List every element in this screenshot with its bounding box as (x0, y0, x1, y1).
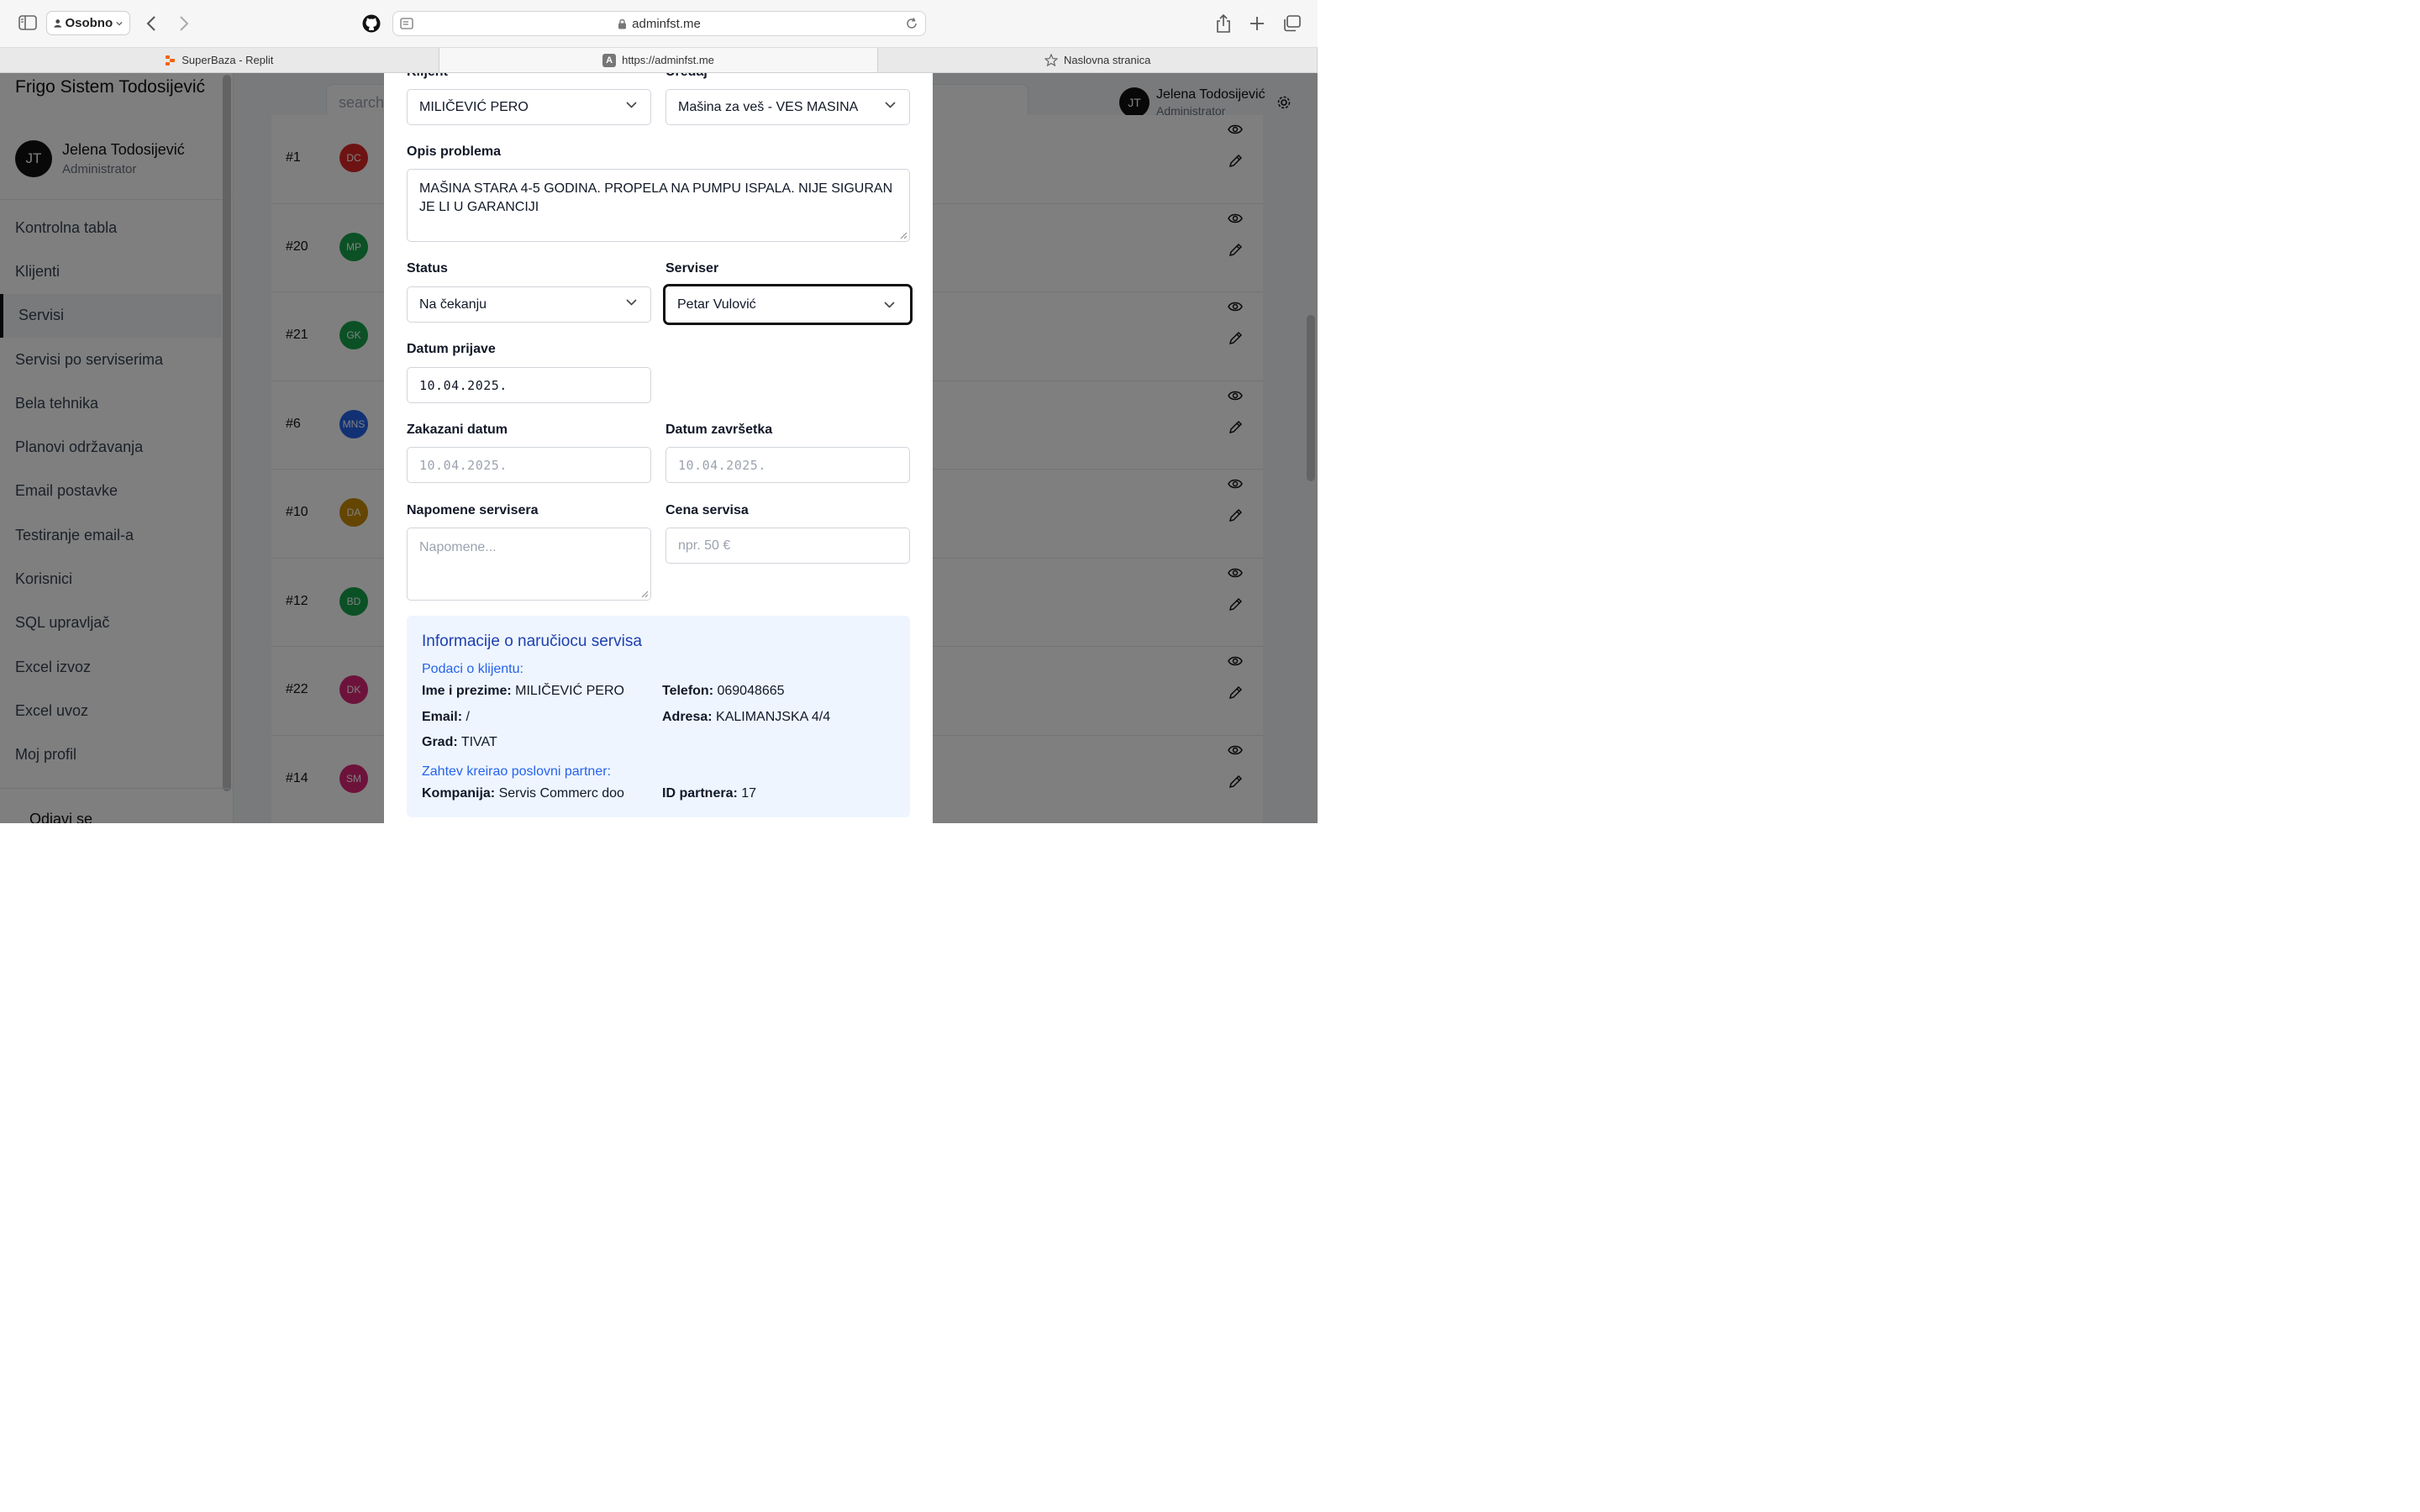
info-name: Ime i prezime: MILIČEVIĆ PERO (422, 684, 624, 698)
reload-icon[interactable] (905, 17, 918, 34)
site-favicon-icon: A (602, 53, 617, 67)
price-label: Cena servisa (666, 503, 749, 517)
edit-service-modal: Klijent Uređaj MILIČEVIĆ PERO Mašina za … (384, 73, 933, 823)
info-title: Informacije o naručiocu servisa (422, 633, 642, 650)
info-address: Adresa: KALIMANJSKA 4/4 (662, 710, 831, 724)
client-section-title: Podaci o klijentu: (422, 662, 523, 676)
sidebar-toggle-icon[interactable] (18, 15, 37, 30)
info-partner-id: ID partnera: 17 (662, 786, 757, 801)
status-value: Na čekanju (419, 297, 487, 312)
scheduled-date-label: Zakazani datum (407, 423, 508, 437)
profile-button[interactable]: Osobno (46, 11, 130, 35)
completed-date-value: 10.04.2025. (678, 457, 766, 473)
app: Frigo Sistem Todosijević JT Jelena Todos… (0, 73, 1318, 823)
client-select[interactable]: MILIČEVIĆ PERO (407, 89, 651, 125)
lock-icon (618, 18, 627, 29)
tab-label: SuperBaza - Replit (182, 54, 274, 66)
profile-label: Osobno (65, 16, 113, 30)
device-label: Uređaj (666, 73, 708, 80)
chevron-down-icon (626, 299, 637, 306)
info-email: Email: / (422, 710, 470, 724)
created-date-input[interactable]: 10.04.2025. (407, 367, 651, 403)
replit-icon (166, 55, 176, 66)
tab-label: https://adminfst.me (622, 54, 714, 66)
notes-textarea[interactable]: Napomene... (407, 528, 651, 601)
notes-placeholder: Napomene... (419, 540, 497, 554)
device-value: Mašina za veš - VES MASINA (678, 99, 859, 114)
client-label: Klijent (407, 73, 448, 80)
price-placeholder: npr. 50 € (678, 538, 731, 553)
technician-label: Serviser (666, 261, 719, 276)
star-icon (1044, 54, 1059, 66)
share-icon[interactable] (1215, 13, 1232, 34)
created-date-label: Datum prijave (407, 342, 496, 356)
status-label: Status (407, 261, 448, 276)
chevron-down-icon (626, 102, 637, 108)
price-input[interactable]: npr. 50 € (666, 528, 910, 564)
info-phone: Telefon: 069048665 (662, 684, 785, 698)
browser-toolbar: Osobno adminfst.me (0, 0, 1318, 48)
problem-label: Opis problema (407, 144, 502, 159)
scheduled-date-input[interactable]: 10.04.2025. (407, 447, 651, 483)
client-value: MILIČEVIĆ PERO (419, 99, 529, 114)
tab-overview-icon[interactable] (1282, 15, 1301, 32)
tab-naslovna[interactable]: Naslovna stranica (878, 48, 1318, 72)
back-icon[interactable] (146, 15, 156, 32)
device-select[interactable]: Mašina za veš - VES MASINA (666, 89, 910, 125)
url-text: adminfst.me (632, 16, 701, 31)
person-icon (54, 19, 62, 28)
tab-superbaza[interactable]: SuperBaza - Replit (0, 48, 439, 72)
completed-date-label: Datum završetka (666, 423, 773, 437)
page-menu-icon[interactable] (400, 17, 413, 34)
created-date-value: 10.04.2025. (419, 377, 508, 393)
chevron-down-icon (116, 21, 123, 25)
technician-select[interactable]: Petar Vulović (663, 284, 913, 325)
new-tab-icon[interactable] (1249, 16, 1265, 31)
info-city: Grad: TIVAT (422, 735, 497, 749)
orderer-info-panel: Informacije o naručiocu servisa Podaci o… (407, 616, 910, 817)
info-company: Kompanija: Servis Commerc doo (422, 786, 624, 801)
chevron-down-icon (884, 302, 895, 308)
github-icon[interactable] (362, 14, 381, 33)
tab-bar: SuperBaza - Replit A https://adminfst.me… (0, 48, 1318, 73)
technician-value: Petar Vulović (677, 297, 756, 312)
completed-date-input[interactable]: 10.04.2025. (666, 447, 910, 483)
forward-icon[interactable] (179, 15, 189, 32)
resize-handle-icon[interactable] (641, 591, 649, 598)
chevron-down-icon (885, 102, 896, 108)
problem-value: MAŠINA STARA 4-5 GODINA. PROPELA NA PUMP… (419, 181, 893, 214)
address-bar[interactable]: adminfst.me (392, 11, 926, 36)
resize-handle-icon[interactable] (900, 232, 908, 239)
problem-textarea[interactable]: MAŠINA STARA 4-5 GODINA. PROPELA NA PUMP… (407, 169, 910, 242)
notes-label: Napomene servisera (407, 503, 539, 517)
partner-section-title: Zahtev kreirao poslovni partner: (422, 764, 611, 779)
status-select[interactable]: Na čekanju (407, 286, 651, 323)
scheduled-date-value: 10.04.2025. (419, 457, 508, 473)
tab-adminfst[interactable]: A https://adminfst.me (439, 48, 879, 72)
tab-label: Naslovna stranica (1064, 54, 1151, 66)
